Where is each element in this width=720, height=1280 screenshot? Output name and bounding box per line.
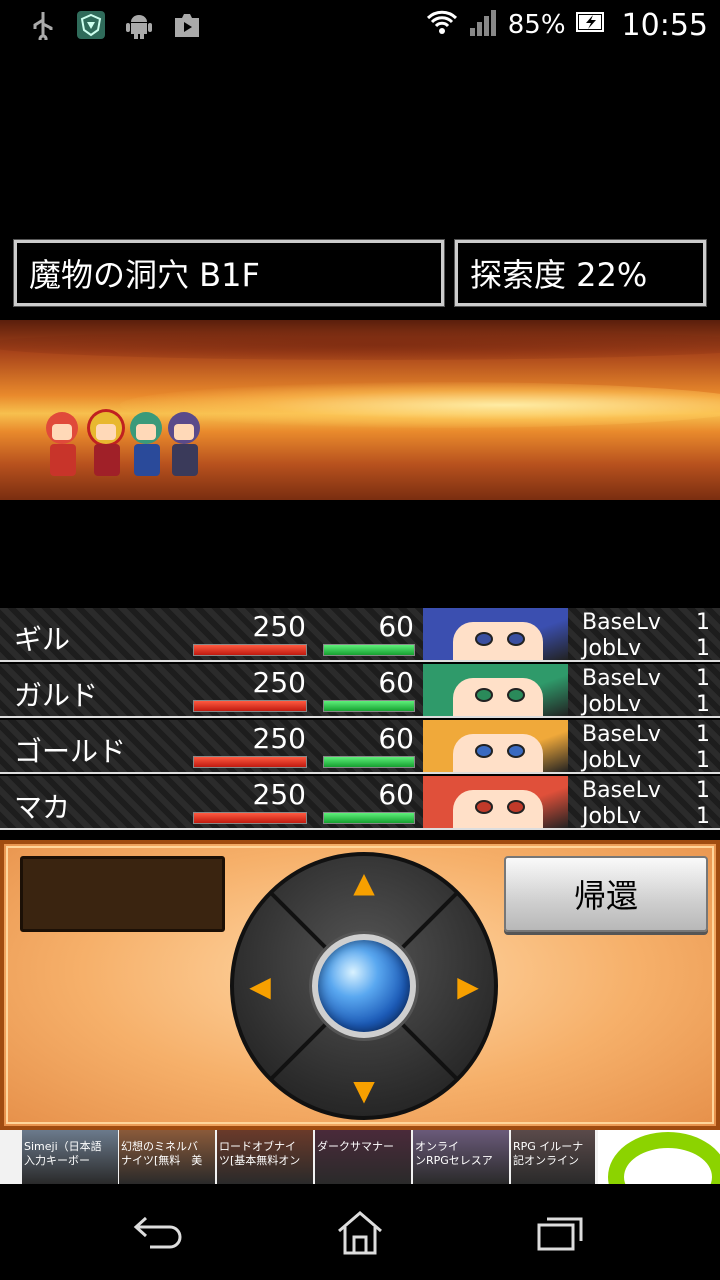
status-right: 85% 10:55 bbox=[426, 0, 708, 50]
dpad-left-button[interactable]: ◀ bbox=[240, 966, 280, 1006]
scene-light-streak bbox=[120, 382, 720, 428]
exploration-box: 探索度 22% bbox=[454, 239, 707, 307]
member-hp: 250 bbox=[252, 610, 306, 643]
member-portrait bbox=[423, 608, 568, 660]
job-level: 1 bbox=[696, 692, 710, 717]
base-level: 1 bbox=[696, 778, 710, 803]
hp-bar bbox=[193, 812, 307, 824]
ad-banner[interactable]: Simeji（日本語 入力キーボー 幻想のミネルバ ナイツ[無料 美 ロードオブナイ… bbox=[0, 1130, 720, 1184]
ad-item[interactable]: ロードオブナイ ツ[基本無料オン bbox=[217, 1130, 313, 1184]
home-icon[interactable] bbox=[330, 1204, 390, 1260]
job-level: 1 bbox=[696, 636, 710, 661]
signal-icon bbox=[468, 8, 498, 43]
return-button[interactable]: 帰還 bbox=[504, 856, 708, 932]
member-portrait bbox=[423, 664, 568, 716]
navigation-bar bbox=[0, 1184, 720, 1280]
base-level-label: BaseLv bbox=[582, 778, 661, 803]
member-mp: 60 bbox=[378, 778, 414, 811]
party-sprite-green-hair bbox=[126, 412, 166, 482]
member-hp: 250 bbox=[252, 722, 306, 755]
shield-app-icon bbox=[76, 10, 106, 40]
base-level: 1 bbox=[696, 722, 710, 747]
hp-bar bbox=[193, 756, 307, 768]
battery-percent: 85% bbox=[507, 10, 566, 40]
dpad-down-button[interactable]: ▼ bbox=[344, 1070, 384, 1110]
scene-shadow bbox=[0, 330, 720, 360]
mp-bar bbox=[323, 812, 415, 824]
clock: 10:55 bbox=[621, 7, 708, 43]
party-sprite-blonde bbox=[86, 412, 126, 482]
base-level: 1 bbox=[696, 666, 710, 691]
control-panel: 帰還 ▲ ▼ ◀ ▶ bbox=[0, 840, 720, 1130]
hp-bar bbox=[193, 700, 307, 712]
job-level: 1 bbox=[696, 804, 710, 829]
base-level-label: BaseLv bbox=[582, 722, 661, 747]
job-level-label: JobLv bbox=[582, 692, 642, 717]
hp-bar bbox=[193, 644, 307, 656]
party-row[interactable]: マカ 250 60 BaseLv 1 JobLv 1 bbox=[0, 776, 720, 830]
member-name: マカ bbox=[14, 791, 71, 824]
member-name: ゴールド bbox=[14, 735, 127, 768]
base-level-label: BaseLv bbox=[582, 610, 661, 635]
battery-charging-icon bbox=[575, 10, 606, 40]
play-store-icon bbox=[172, 10, 202, 40]
mp-bar bbox=[323, 700, 415, 712]
ad-item[interactable]: RPG イルーナ 記オンライン bbox=[511, 1130, 595, 1184]
party-row[interactable]: ガルド 250 60 BaseLv 1 JobLv 1 bbox=[0, 664, 720, 718]
wifi-icon bbox=[426, 9, 458, 42]
party-sprite-purple-hair bbox=[164, 412, 204, 482]
member-name: ギル bbox=[14, 623, 71, 656]
job-level-label: JobLv bbox=[582, 804, 642, 829]
usb-icon bbox=[28, 10, 58, 40]
member-mp: 60 bbox=[378, 666, 414, 699]
member-mp: 60 bbox=[378, 722, 414, 755]
dungeon-scene bbox=[0, 320, 720, 500]
job-level-label: JobLv bbox=[582, 748, 642, 773]
recent-apps-icon[interactable] bbox=[530, 1204, 590, 1260]
party-sprite-red-hair bbox=[42, 412, 82, 482]
mp-bar bbox=[323, 644, 415, 656]
party-status: ギル 250 60 BaseLv 1 JobLv 1 ガルド 250 60 Ba… bbox=[0, 608, 720, 834]
status-bar: 85% 10:55 bbox=[0, 0, 720, 50]
ad-item[interactable]: ダークサマナー bbox=[315, 1130, 411, 1184]
base-level-label: BaseLv bbox=[582, 666, 661, 691]
location-name: 魔物の洞穴 B1F bbox=[29, 256, 260, 294]
member-portrait bbox=[423, 776, 568, 828]
message-box bbox=[20, 856, 225, 932]
party-row[interactable]: ギル 250 60 BaseLv 1 JobLv 1 bbox=[0, 608, 720, 662]
center-orb-button[interactable] bbox=[312, 934, 416, 1038]
ad-item[interactable]: 幻想のミネルバ ナイツ[無料 美 bbox=[119, 1130, 215, 1184]
member-name: ガルド bbox=[14, 679, 99, 712]
base-level: 1 bbox=[696, 610, 710, 635]
ad-logo-icon[interactable] bbox=[598, 1130, 720, 1184]
member-hp: 250 bbox=[252, 666, 306, 699]
job-level: 1 bbox=[696, 748, 710, 773]
back-icon[interactable] bbox=[128, 1204, 188, 1260]
job-level-label: JobLv bbox=[582, 636, 642, 661]
member-hp: 250 bbox=[252, 778, 306, 811]
dpad-up-button[interactable]: ▲ bbox=[344, 862, 384, 902]
directional-pad: ▲ ▼ ◀ ▶ bbox=[230, 852, 498, 1120]
party-row[interactable]: ゴールド 250 60 BaseLv 1 JobLv 1 bbox=[0, 720, 720, 774]
exploration-rate: 探索度 22% bbox=[470, 256, 648, 294]
ad-item[interactable]: Simeji（日本語 入力キーボー bbox=[22, 1130, 118, 1184]
location-box: 魔物の洞穴 B1F bbox=[13, 239, 445, 307]
ad-item[interactable]: オンライ ンRPGセレスア bbox=[413, 1130, 509, 1184]
android-icon bbox=[124, 10, 154, 40]
member-portrait bbox=[423, 720, 568, 772]
member-mp: 60 bbox=[378, 610, 414, 643]
dpad-right-button[interactable]: ▶ bbox=[448, 966, 488, 1006]
mp-bar bbox=[323, 756, 415, 768]
